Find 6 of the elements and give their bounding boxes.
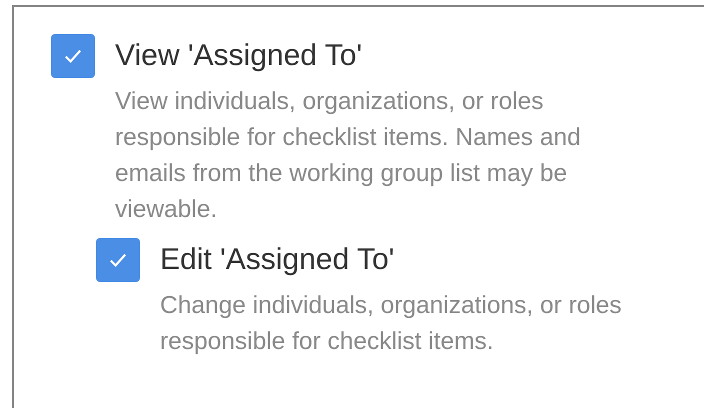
permission-description: View individuals, organizations, or roles responsible for checklist items. Names and emails from the working group list may be viewable.: [115, 87, 582, 225]
checkbox[interactable]: [51, 34, 95, 78]
checkbox[interactable]: [96, 238, 140, 282]
permission-label: Edit 'Assigned To': [160, 243, 394, 277]
permission-label: View 'Assigned To': [115, 39, 362, 73]
permission-description: Change individuals, organizations, or roles responsible for checklist items.: [160, 291, 623, 357]
